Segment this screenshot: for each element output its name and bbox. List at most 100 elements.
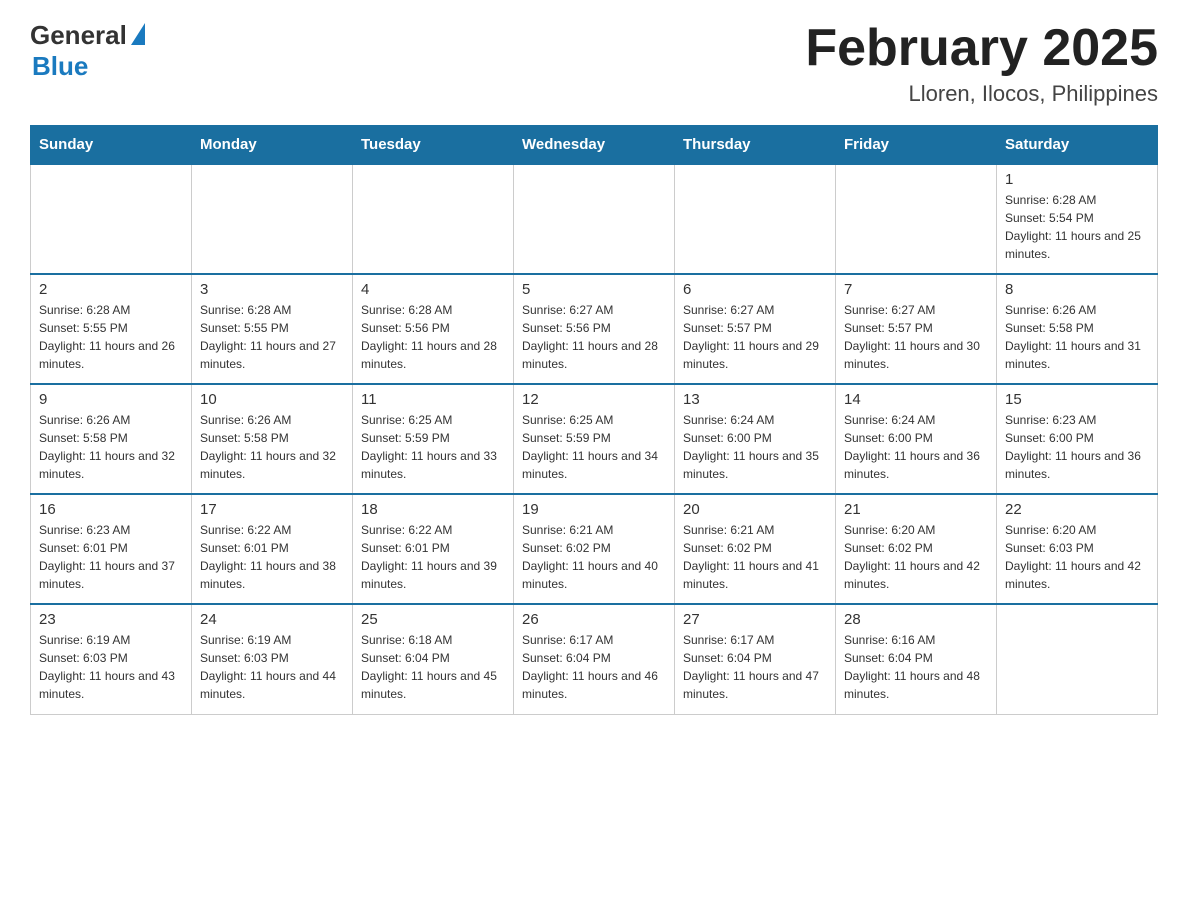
day-info: Sunrise: 6:17 AM Sunset: 6:04 PM Dayligh… [522, 633, 658, 701]
calendar-cell: 17 Sunrise: 6:22 AM Sunset: 6:01 PM Dayli… [192, 494, 353, 604]
calendar-cell: 10 Sunrise: 6:26 AM Sunset: 5:58 PM Dayli… [192, 384, 353, 494]
day-info: Sunrise: 6:23 AM Sunset: 6:01 PM Dayligh… [39, 523, 175, 591]
calendar-week-row: 16Sunrise: 6:23 AM Sunset: 6:01 PM Dayli… [31, 494, 1158, 604]
day-number: 18 [361, 501, 505, 518]
day-info: Sunrise: 6:26 AM Sunset: 5:58 PM Dayligh… [1005, 303, 1141, 371]
calendar-cell [192, 164, 353, 274]
day-info: Sunrise: 6:22 AM Sunset: 6:01 PM Dayligh… [361, 523, 497, 591]
day-number: 14 [844, 391, 988, 408]
day-info: Sunrise: 6:27 AM Sunset: 5:57 PM Dayligh… [844, 303, 980, 371]
day-info: Sunrise: 6:19 AM Sunset: 6:03 PM Dayligh… [200, 633, 336, 701]
day-number: 22 [1005, 501, 1149, 518]
day-number: 10 [200, 391, 344, 408]
day-info: Sunrise: 6:22 AM Sunset: 6:01 PM Dayligh… [200, 523, 336, 591]
weekday-header: Tuesday [353, 126, 514, 165]
calendar-cell: 6 Sunrise: 6:27 AM Sunset: 5:57 PM Daylig… [675, 274, 836, 384]
day-info: Sunrise: 6:28 AM Sunset: 5:55 PM Dayligh… [39, 303, 175, 371]
day-number: 11 [361, 391, 505, 408]
weekday-header: Monday [192, 126, 353, 165]
weekday-header: Sunday [31, 126, 192, 165]
calendar-cell: 25 Sunrise: 6:18 AM Sunset: 6:04 PM Dayli… [353, 604, 514, 714]
calendar-cell: 8 Sunrise: 6:26 AM Sunset: 5:58 PM Daylig… [997, 274, 1158, 384]
calendar-cell [31, 164, 192, 274]
calendar-cell: 11Sunrise: 6:25 AM Sunset: 5:59 PM Dayli… [353, 384, 514, 494]
calendar-cell: 1 Sunrise: 6:28 AM Sunset: 5:54 PM Daylig… [997, 164, 1158, 274]
weekday-row: SundayMondayTuesdayWednesdayThursdayFrid… [31, 126, 1158, 165]
day-info: Sunrise: 6:25 AM Sunset: 5:59 PM Dayligh… [522, 413, 658, 481]
day-info: Sunrise: 6:26 AM Sunset: 5:58 PM Dayligh… [39, 413, 175, 481]
title-block: February 2025 Lloren, Ilocos, Philippine… [805, 20, 1158, 107]
day-info: Sunrise: 6:21 AM Sunset: 6:02 PM Dayligh… [683, 523, 819, 591]
calendar-cell [997, 604, 1158, 714]
day-number: 17 [200, 501, 344, 518]
logo-blue-text: Blue [32, 51, 88, 82]
day-number: 1 [1005, 171, 1149, 188]
calendar-cell [353, 164, 514, 274]
calendar-body: 1 Sunrise: 6:28 AM Sunset: 5:54 PM Daylig… [31, 164, 1158, 714]
day-number: 3 [200, 281, 344, 298]
day-number: 15 [1005, 391, 1149, 408]
day-info: Sunrise: 6:28 AM Sunset: 5:56 PM Dayligh… [361, 303, 497, 371]
day-number: 26 [522, 611, 666, 628]
calendar-cell: 27 Sunrise: 6:17 AM Sunset: 6:04 PM Dayli… [675, 604, 836, 714]
day-info: Sunrise: 6:17 AM Sunset: 6:04 PM Dayligh… [683, 633, 819, 701]
day-number: 25 [361, 611, 505, 628]
day-info: Sunrise: 6:19 AM Sunset: 6:03 PM Dayligh… [39, 633, 175, 701]
calendar-cell: 14 Sunrise: 6:24 AM Sunset: 6:00 PM Dayli… [836, 384, 997, 494]
day-number: 7 [844, 281, 988, 298]
day-number: 27 [683, 611, 827, 628]
day-number: 24 [200, 611, 344, 628]
day-number: 9 [39, 391, 183, 408]
calendar-cell: 20 Sunrise: 6:21 AM Sunset: 6:02 PM Dayli… [675, 494, 836, 604]
day-number: 4 [361, 281, 505, 298]
day-number: 13 [683, 391, 827, 408]
day-info: Sunrise: 6:20 AM Sunset: 6:03 PM Dayligh… [1005, 523, 1141, 591]
weekday-header: Friday [836, 126, 997, 165]
logo-general-text: General [30, 20, 127, 51]
calendar-cell: 7 Sunrise: 6:27 AM Sunset: 5:57 PM Daylig… [836, 274, 997, 384]
day-number: 2 [39, 281, 183, 298]
day-info: Sunrise: 6:23 AM Sunset: 6:00 PM Dayligh… [1005, 413, 1141, 481]
day-info: Sunrise: 6:21 AM Sunset: 6:02 PM Dayligh… [522, 523, 658, 591]
calendar-title: February 2025 [805, 20, 1158, 77]
calendar-cell: 28 Sunrise: 6:16 AM Sunset: 6:04 PM Dayli… [836, 604, 997, 714]
day-number: 23 [39, 611, 183, 628]
calendar-cell: 21Sunrise: 6:20 AM Sunset: 6:02 PM Dayli… [836, 494, 997, 604]
weekday-header: Thursday [675, 126, 836, 165]
calendar-cell: 15 Sunrise: 6:23 AM Sunset: 6:00 PM Dayli… [997, 384, 1158, 494]
day-info: Sunrise: 6:26 AM Sunset: 5:58 PM Dayligh… [200, 413, 336, 481]
day-info: Sunrise: 6:27 AM Sunset: 5:57 PM Dayligh… [683, 303, 819, 371]
day-info: Sunrise: 6:18 AM Sunset: 6:04 PM Dayligh… [361, 633, 497, 701]
day-number: 12 [522, 391, 666, 408]
logo: General Blue [30, 20, 145, 82]
calendar-cell: 23 Sunrise: 6:19 AM Sunset: 6:03 PM Dayli… [31, 604, 192, 714]
calendar-cell: 2 Sunrise: 6:28 AM Sunset: 5:55 PM Daylig… [31, 274, 192, 384]
day-info: Sunrise: 6:27 AM Sunset: 5:56 PM Dayligh… [522, 303, 658, 371]
calendar-cell: 19 Sunrise: 6:21 AM Sunset: 6:02 PM Dayli… [514, 494, 675, 604]
day-info: Sunrise: 6:28 AM Sunset: 5:54 PM Dayligh… [1005, 193, 1141, 261]
calendar-table: SundayMondayTuesdayWednesdayThursdayFrid… [30, 125, 1158, 715]
weekday-header: Saturday [997, 126, 1158, 165]
day-info: Sunrise: 6:16 AM Sunset: 6:04 PM Dayligh… [844, 633, 980, 701]
calendar-cell: 3Sunrise: 6:28 AM Sunset: 5:55 PM Daylig… [192, 274, 353, 384]
day-info: Sunrise: 6:24 AM Sunset: 6:00 PM Dayligh… [683, 413, 819, 481]
calendar-week-row: 2 Sunrise: 6:28 AM Sunset: 5:55 PM Daylig… [31, 274, 1158, 384]
calendar-cell [514, 164, 675, 274]
page-header: General Blue February 2025 Lloren, Iloco… [30, 20, 1158, 107]
logo-triangle-icon [131, 23, 145, 45]
weekday-header: Wednesday [514, 126, 675, 165]
calendar-subtitle: Lloren, Ilocos, Philippines [805, 81, 1158, 107]
calendar-cell: 5Sunrise: 6:27 AM Sunset: 5:56 PM Daylig… [514, 274, 675, 384]
day-number: 6 [683, 281, 827, 298]
day-number: 20 [683, 501, 827, 518]
day-info: Sunrise: 6:24 AM Sunset: 6:00 PM Dayligh… [844, 413, 980, 481]
day-number: 19 [522, 501, 666, 518]
calendar-header: SundayMondayTuesdayWednesdayThursdayFrid… [31, 126, 1158, 165]
day-info: Sunrise: 6:20 AM Sunset: 6:02 PM Dayligh… [844, 523, 980, 591]
calendar-week-row: 9 Sunrise: 6:26 AM Sunset: 5:58 PM Daylig… [31, 384, 1158, 494]
calendar-cell: 13 Sunrise: 6:24 AM Sunset: 6:00 PM Dayli… [675, 384, 836, 494]
calendar-cell: 12 Sunrise: 6:25 AM Sunset: 5:59 PM Dayli… [514, 384, 675, 494]
calendar-cell: 4 Sunrise: 6:28 AM Sunset: 5:56 PM Daylig… [353, 274, 514, 384]
day-number: 28 [844, 611, 988, 628]
day-number: 8 [1005, 281, 1149, 298]
